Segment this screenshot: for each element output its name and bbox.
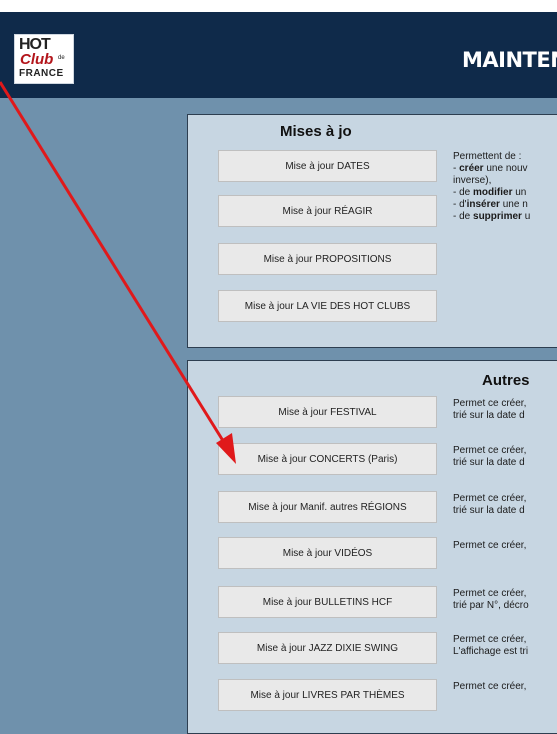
red-annotation-arrow (0, 81, 236, 464)
arrow-shaft (0, 81, 232, 453)
arrow-head-icon (216, 433, 236, 464)
